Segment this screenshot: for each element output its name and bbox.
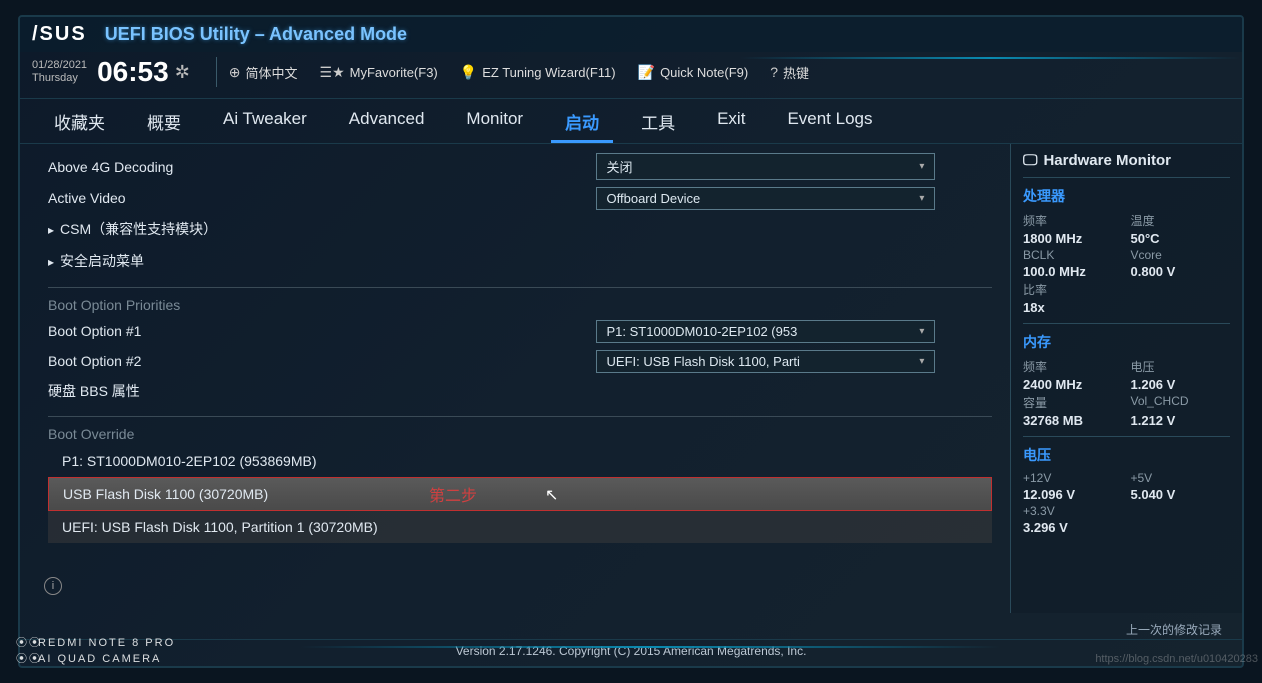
setting-above-4g[interactable]: Above 4G Decoding 关闭▾ <box>48 150 992 183</box>
info-bar: 01/28/2021 Thursday 06:53 ✲ ⊕简体中文 ☰★MyFa… <box>20 52 1242 99</box>
brand-bar: /SUS UEFI BIOS Utility – Advanced Mode <box>20 17 1242 52</box>
star-icon: ☰★ <box>320 64 345 81</box>
hdd-bbs[interactable]: 硬盘 BBS 属性 <box>48 376 992 406</box>
last-modified-link[interactable]: 上一次的修改记录 <box>1126 621 1222 638</box>
above-4g-select[interactable]: 关闭▾ <box>596 153 936 180</box>
bulb-icon: 💡 <box>460 64 477 81</box>
tab-event-logs[interactable]: Event Logs <box>773 103 886 143</box>
clock: 06:53 <box>97 56 169 88</box>
language-selector[interactable]: ⊕简体中文 <box>229 63 298 82</box>
note-icon: 📝 <box>638 64 655 81</box>
tab-bar: 收藏夹 概要 Ai Tweaker Advanced Monitor 启动 工具… <box>20 99 1242 144</box>
brand-logo: /SUS <box>32 23 87 46</box>
setting-active-video[interactable]: Active Video Offboard Device▾ <box>48 183 992 213</box>
tab-ai-tweaker[interactable]: Ai Tweaker <box>209 103 321 143</box>
cpu-freq: 1800 MHz <box>1023 231 1123 246</box>
chevron-down-icon: ▾ <box>919 326 924 337</box>
annotation-text: 第二步 <box>429 482 477 506</box>
mem-volchcd: 1.212 V <box>1131 413 1231 428</box>
date: 01/28/2021 <box>32 59 87 72</box>
info-icon[interactable]: i <box>44 577 62 595</box>
chevron-down-icon: ▾ <box>919 161 924 172</box>
footer-version: Version 2.17.1246. Copyright (C) 2015 Am… <box>20 639 1242 662</box>
ez-tuning-button[interactable]: 💡EZ Tuning Wizard(F11) <box>460 64 616 81</box>
chevron-down-icon: ▾ <box>919 193 924 204</box>
myfavorite-button[interactable]: ☰★MyFavorite(F3) <box>320 64 438 81</box>
bios-title: UEFI BIOS Utility – Advanced Mode <box>105 24 407 45</box>
hotkey-button[interactable]: ?热键 <box>770 63 809 82</box>
boot-override-item-3[interactable]: UEFI: USB Flash Disk 1100, Partition 1 (… <box>48 511 992 543</box>
main-panel: Above 4G Decoding 关闭▾ Active Video Offbo… <box>20 144 1010 613</box>
tab-tool[interactable]: 工具 <box>627 103 689 143</box>
mem-freq: 2400 MHz <box>1023 377 1123 392</box>
question-icon: ? <box>770 64 778 80</box>
quicknote-button[interactable]: 📝Quick Note(F9) <box>638 64 749 81</box>
mem-volt: 1.206 V <box>1131 377 1231 392</box>
hardware-monitor-panel: 🖵Hardware Monitor 处理器 频率温度 1800 MHz50°C … <box>1010 144 1242 613</box>
boot-option-2-select[interactable]: UEFI: USB Flash Disk 1100, Parti▾ <box>596 350 936 373</box>
date-block: 01/28/2021 Thursday <box>32 59 87 85</box>
boot-option-1[interactable]: Boot Option #1 P1: ST1000DM010-2EP102 (9… <box>48 316 992 346</box>
globe-icon: ⊕ <box>229 64 241 81</box>
mem-cap: 32768 MB <box>1023 413 1123 428</box>
volt-section: 电压 <box>1023 445 1230 465</box>
submenu-csm[interactable]: CSM（兼容性支持模块） <box>48 213 992 245</box>
tab-main[interactable]: 概要 <box>133 103 195 143</box>
day: Thursday <box>32 72 87 85</box>
mem-section: 内存 <box>1023 332 1230 352</box>
cursor-icon: ↖ <box>545 485 558 505</box>
gear-icon[interactable]: ✲ <box>175 62 190 83</box>
volt-5v: 5.040 V <box>1131 487 1231 502</box>
volt-12v: 12.096 V <box>1023 487 1123 502</box>
chevron-down-icon: ▾ <box>919 356 924 367</box>
cpu-temp: 50°C <box>1131 231 1231 246</box>
tab-favorites[interactable]: 收藏夹 <box>40 103 119 143</box>
boot-option-2[interactable]: Boot Option #2 UEFI: USB Flash Disk 1100… <box>48 346 992 376</box>
tab-boot[interactable]: 启动 <box>551 103 613 143</box>
cpu-ratio: 18x <box>1023 300 1123 315</box>
cpu-section: 处理器 <box>1023 186 1230 206</box>
tab-advanced[interactable]: Advanced <box>335 103 439 143</box>
submenu-secure-boot[interactable]: 安全启动菜单 <box>48 245 992 277</box>
watermark: https://blog.csdn.net/u010420283 <box>1095 653 1258 665</box>
camera-watermark: ⦿⦿⦿⦿ REDMI NOTE 8 PRO AI QUAD CAMERA <box>38 636 175 667</box>
active-video-select[interactable]: Offboard Device▾ <box>596 187 936 210</box>
hw-monitor-title: 🖵Hardware Monitor <box>1023 150 1230 177</box>
boot-override-item-1[interactable]: P1: ST1000DM010-2EP102 (953869MB) <box>48 445 992 477</box>
cpu-vcore: 0.800 V <box>1131 264 1231 279</box>
section-boot-override: Boot Override <box>48 423 992 445</box>
section-boot-priorities: Boot Option Priorities <box>48 294 992 316</box>
volt-3v3: 3.296 V <box>1023 520 1123 535</box>
tab-exit[interactable]: Exit <box>703 103 759 143</box>
tab-monitor[interactable]: Monitor <box>452 103 537 143</box>
cpu-bclk: 100.0 MHz <box>1023 264 1123 279</box>
monitor-icon: 🖵 <box>1023 152 1037 169</box>
boot-override-item-2[interactable]: USB Flash Disk 1100 (30720MB) 第二步 <box>48 477 992 511</box>
boot-option-1-select[interactable]: P1: ST1000DM010-2EP102 (953▾ <box>596 320 936 343</box>
